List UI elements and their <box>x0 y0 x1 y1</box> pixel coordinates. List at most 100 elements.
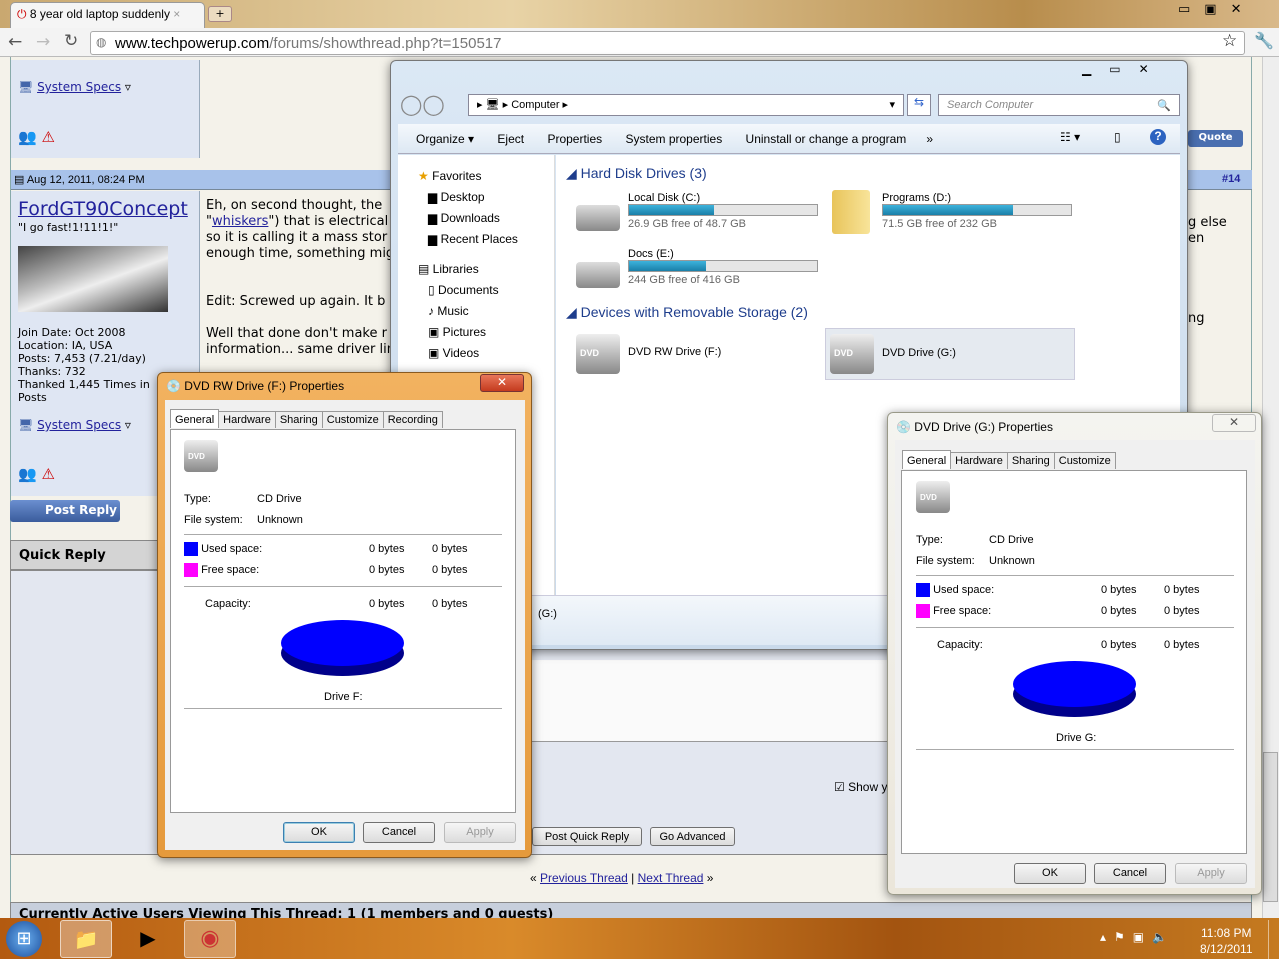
nav-libraries[interactable]: ▤ Libraries <box>418 259 518 280</box>
wrench-icon[interactable]: 🔧 <box>1254 31 1274 50</box>
nav-documents[interactable]: ▯ Documents <box>418 280 518 301</box>
dvd-drive-icon: DVD <box>916 481 950 513</box>
post-quick-reply-button[interactable]: Post Quick Reply <box>532 827 642 846</box>
tab-general[interactable]: General <box>170 409 220 428</box>
cancel-button[interactable]: Cancel <box>363 822 435 843</box>
drive-e[interactable]: Docs (E:) 244 GB free of 416 GB <box>628 248 818 286</box>
system-specs-link-2[interactable]: 🖥 System Specs ▿ <box>18 418 131 432</box>
nav-tree: ★ Favorites ▆ Desktop ▆ Downloads ▆ Rece… <box>418 166 518 364</box>
tab-general[interactable]: General <box>902 450 952 469</box>
nav-favorites[interactable]: ★ Favorites <box>418 166 518 187</box>
show-desktop-button[interactable] <box>1268 920 1279 959</box>
post-body-fragment: g else en ng <box>1188 215 1227 326</box>
ok-button[interactable]: OK <box>283 822 355 843</box>
more-button[interactable]: » <box>926 132 933 146</box>
used-color-swatch <box>184 542 198 556</box>
apply-button[interactable]: Apply <box>1175 863 1247 884</box>
drive-c[interactable]: Local Disk (C:) 26.9 GB free of 48.7 GB <box>628 192 818 230</box>
taskbar-media-player[interactable]: ▶ <box>122 920 174 958</box>
system-properties-button[interactable]: System properties <box>625 132 722 146</box>
preview-pane-icon[interactable]: ▯ <box>1114 130 1121 144</box>
avatar <box>18 246 168 312</box>
close-tab-icon[interactable]: × <box>173 7 180 21</box>
capacity-pie-chart <box>281 620 404 666</box>
report-icons-2[interactable]: 👥 ⚠ <box>18 465 55 483</box>
eject-button[interactable]: Eject <box>497 132 524 146</box>
browser-tab[interactable]: ⏻ 8 year old laptop suddenly × <box>10 2 205 28</box>
reload-icon[interactable]: ↻ <box>64 31 78 51</box>
report-icons[interactable]: 👥 ⚠ <box>18 128 55 146</box>
star-icon[interactable]: ☆ <box>1222 31 1237 51</box>
properties-button[interactable]: Properties <box>547 132 602 146</box>
post-body: Eh, on second thought, the "whiskers") th… <box>206 198 392 357</box>
system-specs-link-1[interactable]: 🖥 System Specs ▿ <box>18 80 131 94</box>
hdd-group-header[interactable]: ◢ Hard Disk Drives (3) <box>566 165 707 182</box>
used-color-swatch <box>916 583 930 597</box>
explorer-address[interactable]: ▸ 🖥 ▸ Computer ▸ ▾ <box>468 94 904 116</box>
tab-sharing[interactable]: Sharing <box>274 411 323 428</box>
address-bar[interactable]: www.techpowerup.com/forums/showthread.ph… <box>90 31 1245 55</box>
taskbar-chrome[interactable]: ◉ <box>184 920 236 958</box>
show-checkbox[interactable]: ☑ Show y <box>834 780 887 794</box>
dialog-g-general: DVD Type: CD Drive File system: Unknown Us… <box>916 481 1236 761</box>
explorer-window-controls[interactable]: ▁▭✕ <box>1082 62 1167 76</box>
hard-disk-icon <box>576 262 620 288</box>
thread-nav: « Previous Thread | Next Thread » <box>530 871 714 885</box>
nav-videos[interactable]: ▣ Videos <box>418 343 518 364</box>
cancel-button[interactable]: Cancel <box>1094 863 1166 884</box>
user-title: "I go fast!1!11!1!" <box>18 221 119 234</box>
tab-customize[interactable]: Customize <box>1053 452 1116 469</box>
removable-group-header[interactable]: ◢ Devices with Removable Storage (2) <box>566 304 808 321</box>
previous-thread-link[interactable]: Previous Thread <box>540 871 628 885</box>
nav-music[interactable]: ♪ Music <box>418 301 518 322</box>
nav-desktop[interactable]: ▆ Desktop <box>418 187 518 208</box>
tab-hardware[interactable]: Hardware <box>950 452 1008 469</box>
nav-downloads[interactable]: ▆ Downloads <box>418 208 518 229</box>
apply-button[interactable]: Apply <box>444 822 516 843</box>
site-icon: ⏻ <box>17 7 27 21</box>
uninstall-button[interactable]: Uninstall or change a program <box>746 132 907 146</box>
organize-button[interactable]: Organize ▾ <box>416 132 474 146</box>
tab-customize[interactable]: Customize <box>321 411 384 428</box>
start-button[interactable]: ⊞ <box>6 921 42 957</box>
new-tab-button[interactable]: + <box>208 6 232 22</box>
tab-recording[interactable]: Recording <box>382 411 443 428</box>
view-icon[interactable]: ☷ ▾ <box>1060 130 1080 144</box>
refresh-icon[interactable]: ⇆ <box>907 94 931 116</box>
system-tray-icons[interactable]: ▴⚑▣🔈 <box>1100 930 1175 944</box>
dvd-rw-drive-f[interactable]: DVD DVD RW Drive (F:) <box>576 334 816 374</box>
forward-icon[interactable]: → <box>36 32 50 52</box>
globe-icon: ◍ <box>96 35 107 49</box>
go-advanced-button[interactable]: Go Advanced <box>650 827 735 846</box>
free-color-swatch <box>916 604 930 618</box>
explorer-search[interactable]: Search Computer 🔍 <box>938 94 1180 116</box>
back-icon[interactable]: ← <box>8 32 22 52</box>
tab-sharing[interactable]: Sharing <box>1006 452 1055 469</box>
tab-hardware[interactable]: Hardware <box>218 411 276 428</box>
page-scrollbar[interactable] <box>1262 57 1279 918</box>
whiskers-link[interactable]: whiskers <box>212 214 268 229</box>
drive-d[interactable]: Programs (D:) 71.5 GB free of 232 GB <box>882 192 1072 230</box>
dialog-g-close-button[interactable]: ✕ <box>1212 414 1256 432</box>
help-icon[interactable]: ? <box>1150 129 1166 145</box>
post-reply-button[interactable]: Post Reply <box>10 500 120 522</box>
dialog-g-title: 💿 DVD Drive (G:) Properties <box>896 420 1053 434</box>
dialog-g-tabs: General Hardware Sharing Customize <box>902 450 1116 469</box>
taskbar-explorer[interactable]: 📁 <box>60 920 112 958</box>
post-date: ▤ Aug 12, 2011, 08:24 PM <box>14 174 145 186</box>
clock[interactable]: 11:08 PM 8/12/2011 <box>1200 925 1253 957</box>
dvd-drive-icon: DVD <box>184 440 218 472</box>
quote-button[interactable]: Quote <box>1188 130 1243 147</box>
ok-button[interactable]: OK <box>1014 863 1086 884</box>
nav-pictures[interactable]: ▣ Pictures <box>418 322 518 343</box>
window-controls[interactable]: ▭▣✕ <box>1178 2 1255 17</box>
explorer-command-bar: Organize ▾ Eject Properties System prope… <box>398 124 1180 154</box>
username-link[interactable]: FordGT90Concept <box>18 198 188 220</box>
dialog-f-close-button[interactable]: ✕ <box>480 374 524 392</box>
explorer-back-forward[interactable]: ◯◯ <box>400 92 445 116</box>
nav-recent[interactable]: ▆ Recent Places <box>418 229 518 250</box>
dvd-drive-g[interactable]: DVD DVD Drive (G:) <box>825 328 1075 380</box>
folder-icon <box>832 190 870 234</box>
post-number[interactable]: #14 <box>1222 173 1240 185</box>
next-thread-link[interactable]: Next Thread <box>638 871 704 885</box>
